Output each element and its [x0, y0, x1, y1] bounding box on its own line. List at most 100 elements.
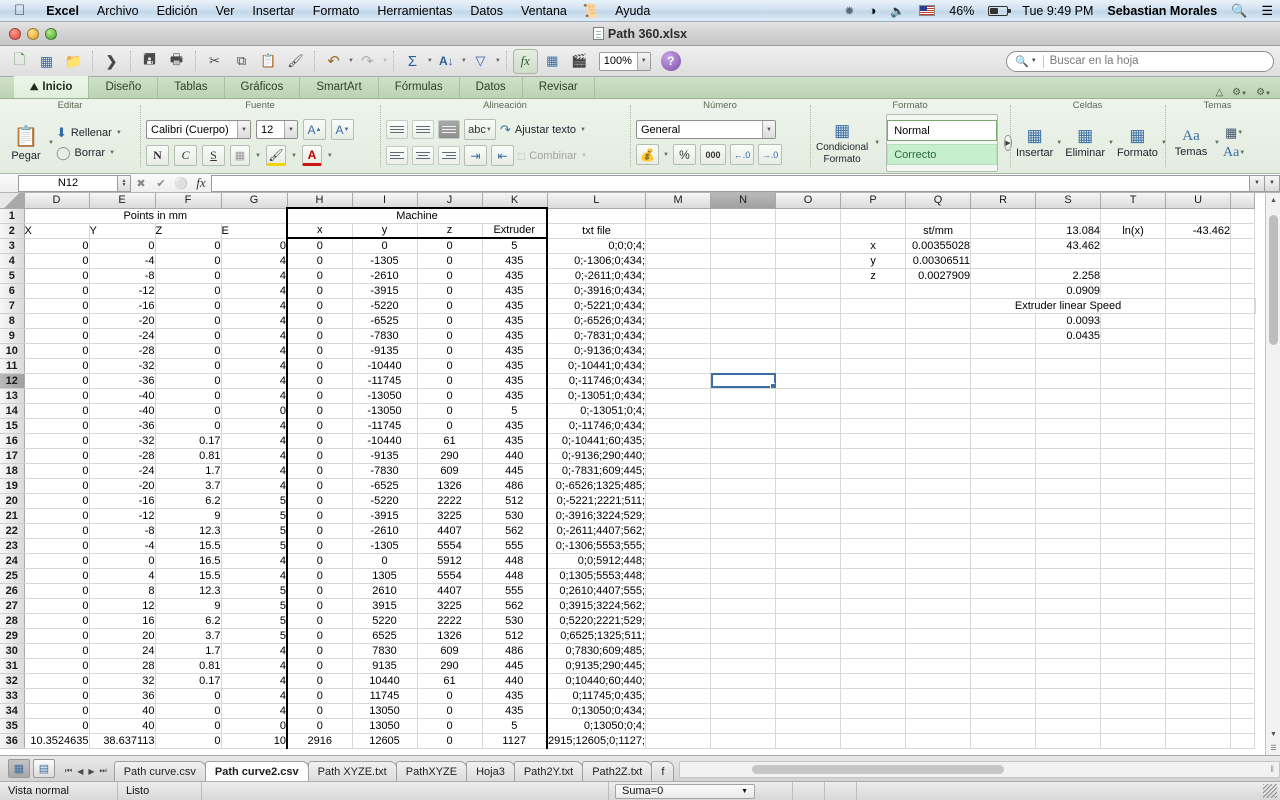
cell-G6[interactable]: 4 [221, 283, 287, 298]
cell-H22[interactable]: 0 [287, 523, 352, 538]
menu-edicion[interactable]: Edición [148, 0, 207, 22]
cell-F35[interactable]: 0 [155, 718, 221, 733]
cell-G5[interactable]: 4 [221, 268, 287, 283]
cell-P24[interactable] [841, 553, 906, 568]
col-header-S[interactable]: S [1036, 193, 1101, 208]
cell-T6[interactable] [1101, 283, 1166, 298]
cell-O6[interactable] [776, 283, 841, 298]
cell-R25[interactable] [971, 568, 1036, 583]
cell-U8[interactable] [1166, 313, 1231, 328]
page-layout-view-button[interactable]: ▤ [33, 759, 55, 778]
theme-colors-icon[interactable]: ▦▼ [1225, 125, 1243, 141]
cell-G16[interactable]: 4 [221, 433, 287, 448]
cell-I17[interactable]: -9135 [352, 448, 417, 463]
cell-K6[interactable]: 435 [482, 283, 547, 298]
row-header-21[interactable]: 21 [0, 508, 24, 523]
cell-G29[interactable]: 5 [221, 628, 287, 643]
sheet-nav-arrows[interactable]: ⏮ ◀ ▶ ⏭ [61, 766, 114, 781]
cell-R11[interactable] [971, 358, 1036, 373]
cell-M11[interactable] [646, 358, 711, 373]
font-size-input[interactable]: 12 ▼ [256, 120, 298, 139]
cell-D28[interactable]: 0 [24, 613, 89, 628]
cell-O35[interactable] [776, 718, 841, 733]
cell-N28[interactable] [711, 613, 776, 628]
cell-spacer-13[interactable] [1231, 388, 1255, 403]
scroll-split-grip[interactable]: ‖ [1270, 764, 1274, 774]
nav-prev-sheet-icon[interactable]: ◀ [77, 767, 83, 776]
cell-I15[interactable]: -11745 [352, 418, 417, 433]
cell-P35[interactable] [841, 718, 906, 733]
style-normal[interactable]: Normal [887, 120, 997, 141]
cell-spacer-28[interactable] [1231, 613, 1255, 628]
col-header-Q[interactable]: Q [906, 193, 971, 208]
cell-L9[interactable]: 0;-7831;0;434; [547, 328, 646, 343]
cell-T14[interactable] [1101, 403, 1166, 418]
paste-dropdown-arrow[interactable]: ▼ [48, 140, 54, 146]
row-header-4[interactable]: 4 [0, 253, 24, 268]
cell-F24[interactable]: 16.5 [155, 553, 221, 568]
cell-F20[interactable]: 6.2 [155, 493, 221, 508]
cell-F18[interactable]: 1.7 [155, 463, 221, 478]
cell-K9[interactable]: 435 [482, 328, 547, 343]
spreadsheet-grid[interactable]: D E F G H I J K L M N O P Q R S T [0, 193, 1280, 755]
cell-N14[interactable] [711, 403, 776, 418]
cell-P12[interactable] [841, 373, 906, 388]
horizontal-scroll-thumb[interactable] [752, 765, 1003, 774]
cell-E5[interactable]: -8 [89, 268, 155, 283]
cell-S22[interactable] [1036, 523, 1101, 538]
tab-smartart[interactable]: SmartArt [300, 76, 378, 98]
cell-P5[interactable]: z [841, 268, 906, 283]
row-header-36[interactable]: 36 [0, 733, 24, 748]
cell-K25[interactable]: 448 [482, 568, 547, 583]
cell-R20[interactable] [971, 493, 1036, 508]
comma-format-button[interactable]: 000 [700, 144, 726, 165]
cell-I18[interactable]: -7830 [352, 463, 417, 478]
cell-T25[interactable] [1101, 568, 1166, 583]
cell-M6[interactable] [646, 283, 711, 298]
cell-E13[interactable]: -40 [89, 388, 155, 403]
cell-S31[interactable] [1036, 658, 1101, 673]
cell-I28[interactable]: 5220 [352, 613, 417, 628]
cell-r1-5[interactable] [906, 208, 971, 223]
cell-N17[interactable] [711, 448, 776, 463]
horizontal-scrollbar[interactable]: ‖ [679, 761, 1280, 778]
cell-K14[interactable]: 5 [482, 403, 547, 418]
cell-U13[interactable] [1166, 388, 1231, 403]
cell-O36[interactable] [776, 733, 841, 748]
cell-I7[interactable]: -5220 [352, 298, 417, 313]
cell-H23[interactable]: 0 [287, 538, 352, 553]
cell-spacer-20[interactable] [1231, 493, 1255, 508]
cell-O4[interactable] [776, 253, 841, 268]
cell-spacer-30[interactable] [1231, 643, 1255, 658]
cell-T12[interactable] [1101, 373, 1166, 388]
cell-F19[interactable]: 3.7 [155, 478, 221, 493]
cell-I36[interactable]: 12605 [352, 733, 417, 748]
cell-S5[interactable]: 2.258 [1036, 268, 1101, 283]
cell-spacer-15[interactable] [1231, 418, 1255, 433]
open-recent-icon[interactable]: ▦ [34, 49, 59, 74]
cell-S29[interactable] [1036, 628, 1101, 643]
cell-I21[interactable]: -3915 [352, 508, 417, 523]
ribbon-options-icon[interactable]: ⚙▼ [1256, 87, 1271, 98]
cell-R32[interactable] [971, 673, 1036, 688]
autosum-icon[interactable]: Σ [400, 49, 425, 74]
cancel-icon[interactable]: ✖ [131, 177, 151, 190]
cell-E34[interactable]: 40 [89, 703, 155, 718]
cell-S17[interactable] [1036, 448, 1101, 463]
cell-Q9[interactable] [906, 328, 971, 343]
cell-U24[interactable] [1166, 553, 1231, 568]
cell-Q14[interactable] [906, 403, 971, 418]
cell-L16[interactable]: 0;-10441;60;435; [547, 433, 646, 448]
decrease-indent-button[interactable]: ⇥ [464, 145, 487, 166]
cell-F29[interactable]: 3.7 [155, 628, 221, 643]
col-header-I[interactable]: I [352, 193, 417, 208]
row-header-17[interactable]: 17 [0, 448, 24, 463]
col-header-N[interactable]: N [711, 193, 776, 208]
cell-E8[interactable]: -20 [89, 313, 155, 328]
cell-H21[interactable]: 0 [287, 508, 352, 523]
cell-F22[interactable]: 12.3 [155, 523, 221, 538]
cell-R27[interactable] [971, 598, 1036, 613]
col-header-K[interactable]: K [482, 193, 547, 208]
col-header-T[interactable]: T [1101, 193, 1166, 208]
cell-M5[interactable] [646, 268, 711, 283]
